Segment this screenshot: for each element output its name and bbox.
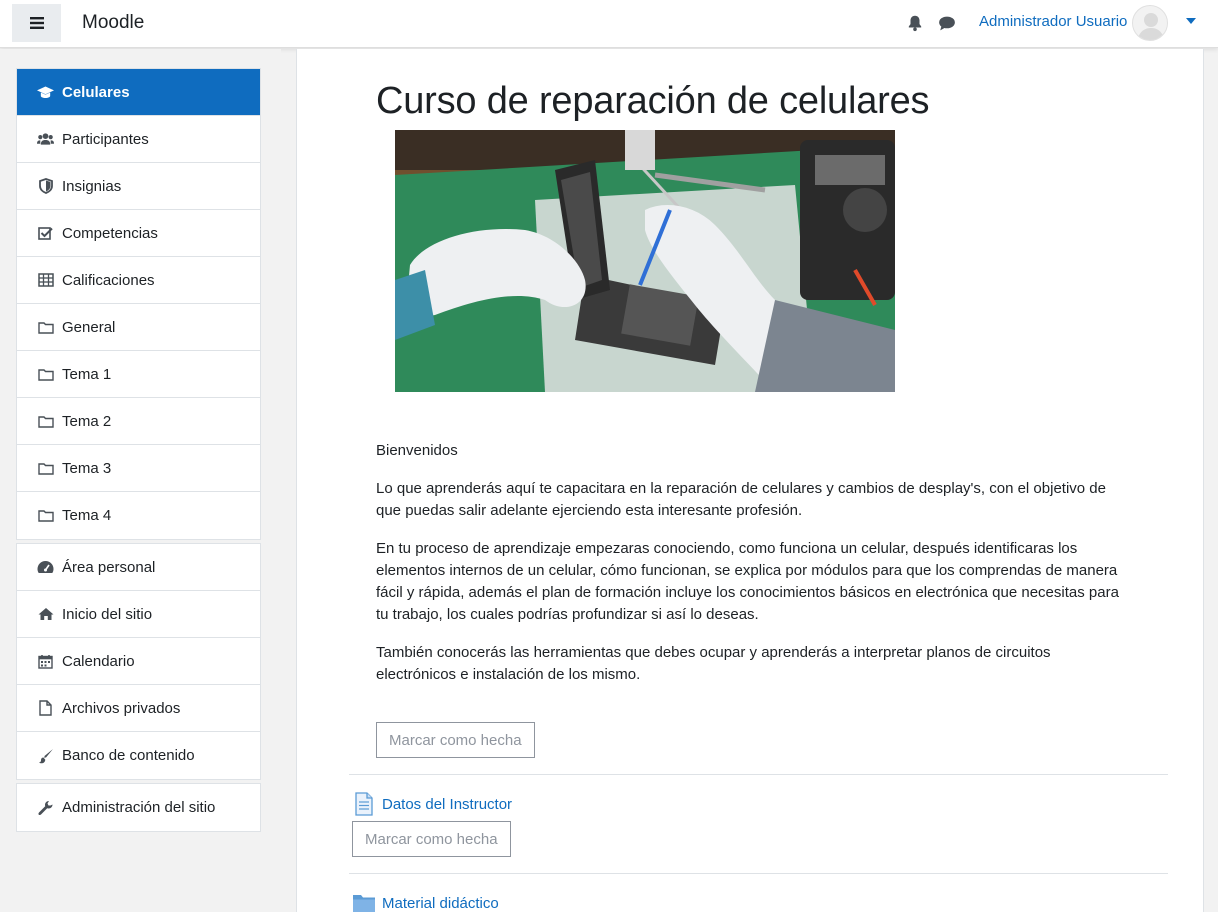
- bell-icon[interactable]: [906, 14, 924, 32]
- folder-icon: [37, 366, 54, 383]
- wrench-icon: [37, 799, 54, 816]
- section-divider: [349, 873, 1168, 874]
- mark-as-done-button[interactable]: Marcar como hecha: [376, 722, 535, 758]
- nav-item-label: Insignias: [62, 177, 122, 195]
- nav-item-label: Banco de contenido: [62, 747, 195, 764]
- summary-paragraph: También conocerás las herramientas que d…: [376, 644, 1051, 683]
- nav-item-administracion-del-sitio[interactable]: Administración del sitio: [17, 784, 260, 831]
- activity-label[interactable]: Material didáctico: [382, 895, 499, 912]
- page-icon: [355, 792, 373, 816]
- graduation-cap-icon: [37, 84, 54, 101]
- summary-paragraph: Lo que aprenderás aquí te capacitara en …: [376, 480, 1106, 519]
- brush-icon: [37, 747, 54, 764]
- dashboard-icon: [37, 559, 54, 576]
- site-nav-group: Área personal Inicio del sitio Calendari…: [16, 543, 261, 780]
- drawer-toggle-button[interactable]: [12, 4, 61, 42]
- nav-item-label: Tema 2: [62, 412, 112, 430]
- summary-paragraph: Bienvenidos: [376, 442, 458, 459]
- nav-item-banco-de-contenido[interactable]: Banco de contenido: [17, 732, 260, 779]
- table-icon: [37, 272, 54, 289]
- folder-icon: [37, 460, 54, 477]
- file-icon: [37, 700, 54, 717]
- avatar[interactable]: [1132, 5, 1168, 41]
- users-icon: [37, 131, 54, 148]
- folder-blue-icon: [353, 895, 375, 912]
- activity-datos-del-instructor[interactable]: Datos del Instructor: [352, 792, 512, 816]
- menu-icon: [29, 17, 44, 29]
- page-title: Curso de reparación de celulares: [376, 80, 930, 122]
- nav-item-tema-4[interactable]: Tema 4: [17, 492, 260, 539]
- nav-item-label: Inicio del sitio: [62, 605, 153, 623]
- nav-item-competencias[interactable]: Competencias: [17, 210, 260, 257]
- folder-icon: [37, 413, 54, 430]
- nav-item-archivos-privados[interactable]: Archivos privados: [17, 685, 260, 732]
- user-avatar-icon: [1137, 13, 1165, 40]
- admin-nav-group: Administración del sitio: [16, 783, 261, 832]
- caret-down-icon[interactable]: [1186, 18, 1196, 24]
- top-navbar: Moodle Administrador Usuario: [0, 0, 1218, 48]
- nav-item-label: Tema 3: [62, 459, 112, 477]
- site-brand[interactable]: Moodle: [82, 12, 144, 34]
- nav-item-calendario[interactable]: Calendario: [17, 638, 260, 685]
- course-summary: Bienvenidos Lo que aprenderás aquí te ca…: [376, 440, 1121, 702]
- nav-item-label: Archivos privados: [62, 699, 181, 717]
- calendar-icon: [37, 653, 54, 670]
- nav-item-tema-3[interactable]: Tema 3: [17, 445, 260, 492]
- user-menu-name[interactable]: Administrador Usuario: [979, 13, 1127, 30]
- nav-item-label: Administración del sitio: [62, 799, 216, 816]
- nav-item-calificaciones[interactable]: Calificaciones: [17, 257, 260, 304]
- nav-item-general[interactable]: General: [17, 304, 260, 351]
- checkbox-icon: [37, 225, 54, 242]
- nav-item-participantes[interactable]: Participantes: [17, 116, 260, 163]
- nav-item-label: Tema 1: [62, 365, 112, 383]
- nav-item-celulares[interactable]: Celulares: [17, 69, 260, 116]
- nav-item-label: Participantes: [62, 130, 149, 148]
- nav-item-label: Competencias: [62, 224, 158, 242]
- nav-item-label: Tema 4: [62, 507, 112, 524]
- activity-label[interactable]: Datos del Instructor: [382, 796, 512, 813]
- activity-material-didactico[interactable]: Material didáctico: [352, 891, 499, 912]
- activity-mark-as-done-button[interactable]: Marcar como hecha: [352, 821, 511, 857]
- course-nav-group: Celulares Participantes Insignias Compet…: [16, 68, 261, 540]
- nav-item-tema-1[interactable]: Tema 1: [17, 351, 260, 398]
- folder-icon: [37, 507, 54, 524]
- nav-item-tema-2[interactable]: Tema 2: [17, 398, 260, 445]
- nav-item-label: Calificaciones: [62, 271, 155, 289]
- chat-icon[interactable]: [938, 14, 956, 32]
- nav-item-label: Celulares: [62, 83, 130, 101]
- folder-icon: [37, 319, 54, 336]
- shield-icon: [37, 178, 54, 195]
- section-divider: [349, 774, 1168, 775]
- home-icon: [37, 606, 54, 623]
- nav-item-label: Área personal: [62, 558, 156, 576]
- nav-item-area-personal[interactable]: Área personal: [17, 544, 260, 591]
- nav-item-label: General: [62, 318, 116, 336]
- nav-item-label: Calendario: [62, 652, 135, 670]
- course-image: [395, 130, 895, 392]
- phone-repair-photo: [395, 130, 895, 392]
- summary-paragraph: En tu proceso de aprendizaje empezaras c…: [376, 540, 1119, 623]
- nav-item-inicio-del-sitio[interactable]: Inicio del sitio: [17, 591, 260, 638]
- nav-drawer: Celulares Participantes Insignias Compet…: [0, 49, 281, 912]
- nav-item-insignias[interactable]: Insignias: [17, 163, 260, 210]
